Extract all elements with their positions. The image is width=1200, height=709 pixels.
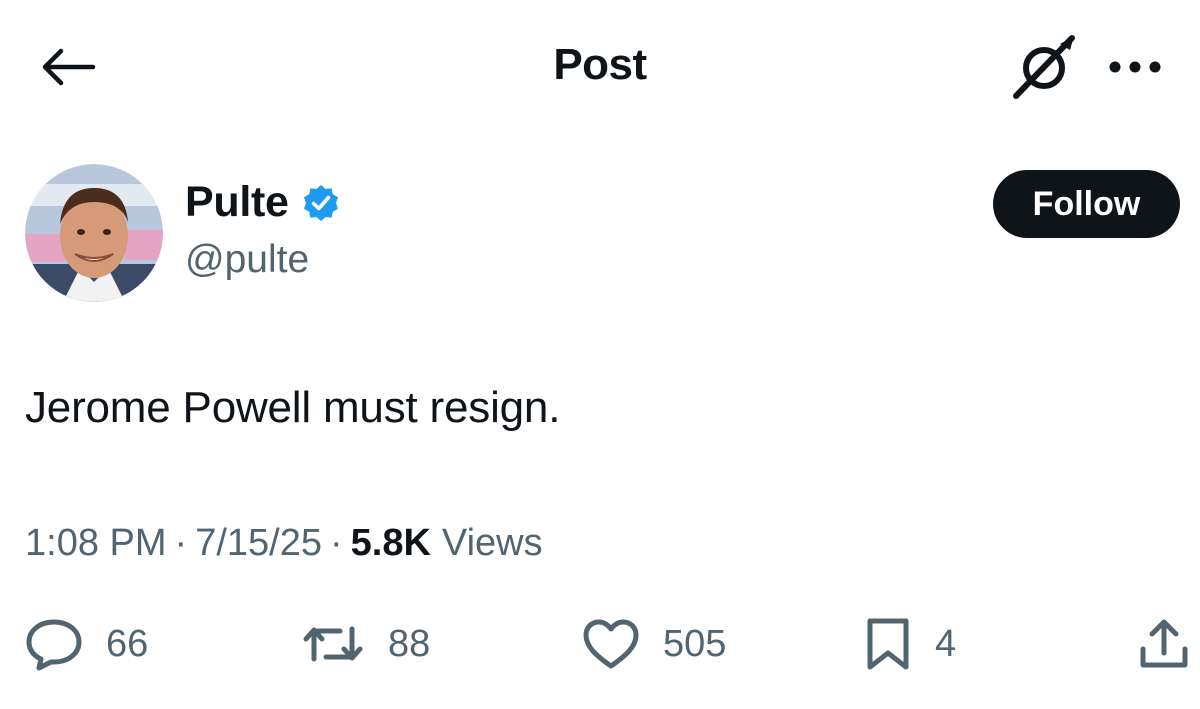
grok-button[interactable] — [1008, 32, 1080, 102]
follow-button[interactable]: Follow — [993, 170, 1180, 238]
repost-button[interactable]: 88 — [300, 616, 430, 672]
repost-count: 88 — [388, 622, 431, 665]
avatar[interactable] — [25, 164, 163, 302]
post-time[interactable]: 1:08 PM — [25, 522, 167, 565]
bookmark-button[interactable]: 4 — [863, 616, 956, 672]
share-button[interactable] — [1138, 616, 1190, 672]
heart-icon — [583, 619, 639, 669]
views-count[interactable]: 5.8K — [351, 522, 431, 565]
reply-button[interactable]: 66 — [24, 616, 148, 672]
user-handle[interactable]: @pulte — [185, 238, 309, 282]
more-options-button[interactable] — [1100, 44, 1170, 90]
post-date[interactable]: 7/15/25 — [195, 522, 322, 565]
like-button[interactable]: 505 — [581, 616, 726, 672]
post-detail-page: Post Pulte @pulte Follow Jerome Powell m… — [0, 0, 1200, 709]
meta-separator: · — [329, 522, 343, 564]
reply-icon — [26, 619, 82, 671]
verified-badge-icon — [303, 184, 338, 221]
display-name-row: Pulte — [185, 178, 341, 227]
reply-count: 66 — [106, 622, 149, 665]
post-text: Jerome Powell must resign. — [25, 383, 561, 432]
top-bar: Post — [0, 0, 1200, 130]
share-icon — [1140, 619, 1188, 668]
more-horizontal-icon — [1109, 61, 1161, 73]
meta-separator: · — [174, 522, 188, 564]
bookmark-count: 4 — [935, 622, 957, 665]
avatar-image — [25, 164, 163, 302]
repost-icon — [303, 626, 363, 662]
display-name[interactable]: Pulte — [185, 178, 289, 227]
like-count: 505 — [663, 622, 727, 665]
bookmark-icon — [867, 618, 909, 670]
post-meta: 1:08 PM · 7/15/25 · 5.8K Views — [25, 522, 543, 565]
grok-icon — [1013, 35, 1075, 99]
views-label: Views — [441, 522, 543, 564]
